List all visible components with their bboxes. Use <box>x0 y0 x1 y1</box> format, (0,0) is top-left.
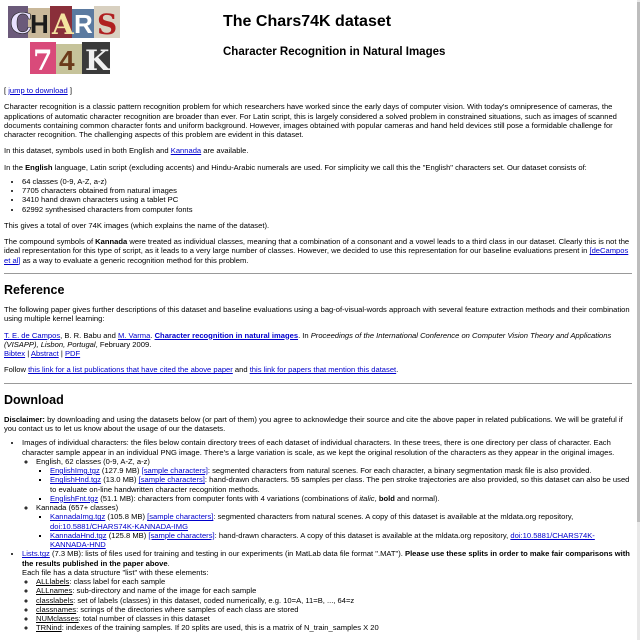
list-item: KannadaImg.tgz (105.8 MB) [sample charac… <box>50 512 632 531</box>
english-paragraph: In the English language, Latin script (e… <box>4 162 587 172</box>
intro-paragraph: Character recognition is a classic patte… <box>4 102 617 139</box>
svg-text:K: K <box>85 44 111 76</box>
header: C H A R S 7 4 K The Chars74K dataset Cha… <box>4 4 632 78</box>
english-hnd-link[interactable]: EnglishHnd.tgz <box>50 475 101 484</box>
page: C H A R S 7 4 K The Chars74K dataset Cha… <box>4 4 632 633</box>
english-img-sample-link[interactable]: [sample characters] <box>142 466 208 475</box>
pdf-link[interactable]: PDF <box>65 349 80 358</box>
english-files: EnglishImg.tgz (127.9 MB) [sample charac… <box>36 466 632 503</box>
list-item: 64 classes (0-9, A-Z, a-z) <box>22 177 632 186</box>
list-item: TRNind: indexes of the training samples.… <box>36 623 632 632</box>
kannada-link[interactable]: Kannada <box>171 146 201 155</box>
page-title: The Chars74K dataset <box>223 13 392 30</box>
abstract-link[interactable]: Abstract <box>31 349 59 358</box>
languages-paragraph: In this dataset, symbols used in both En… <box>4 146 249 156</box>
download-list: Images of individual characters: the fil… <box>4 438 632 632</box>
citation: T. E. de Campos, B. R. Babu and M. Varma… <box>4 330 612 359</box>
list-item: ALLlabels: class label for each sample <box>36 577 632 586</box>
list-item: NUMclasses: total number of classes in t… <box>36 614 632 623</box>
download-heading: Download <box>4 392 64 407</box>
list-item: English, 62 classes (0-9, A-Z, a-z) Engl… <box>36 457 632 503</box>
list-item: Kannada (657+ classes) KannadaImg.tgz (1… <box>36 503 632 549</box>
list-item: 62992 synthesised characters from comput… <box>22 205 632 214</box>
dataset-contents-list: 64 classes (0-9, A-Z, a-z) 7705 characte… <box>4 177 632 214</box>
disclaimer-paragraph: Disclaimer: by downloading and using the… <box>4 414 623 433</box>
fields-list: ALLlabels: class label for each sample A… <box>22 577 632 633</box>
list-item: classlabels: set of labels (classes) in … <box>36 596 632 605</box>
kannada-img-link[interactable]: KannadaImg.tgz <box>50 512 105 521</box>
kannada-hnd-link[interactable]: KannadaHnd.tgz <box>50 531 107 540</box>
list-item: Images of individual characters: the fil… <box>22 438 632 549</box>
english-fnt-link[interactable]: EnglishFnt.tgz <box>50 494 98 503</box>
list-item: 3410 hand drawn characters using a table… <box>22 195 632 204</box>
cited-by-link[interactable]: this link for a list publications that h… <box>28 365 233 374</box>
list-item: classnames: scrings of the directories w… <box>36 605 632 614</box>
paper-title-link[interactable]: Character recognition in natural images <box>155 331 298 340</box>
list-item: EnglishFnt.tgz (51.1 MB): characters fro… <box>50 494 632 503</box>
svg-text:A: A <box>51 8 75 41</box>
bibtex-link[interactable]: Bibtex <box>4 349 25 358</box>
list-item: EnglishImg.tgz (127.9 MB) [sample charac… <box>50 466 632 475</box>
kannada-files: KannadaImg.tgz (105.8 MB) [sample charac… <box>36 512 632 549</box>
page-subtitle: Character Recognition in Natural Images <box>223 46 446 58</box>
list-item: 7705 characters obtained from natural im… <box>22 186 632 195</box>
follow-paragraph: Follow this link for a list publications… <box>4 365 399 375</box>
jump-nav: [ jump to download ] <box>4 86 72 95</box>
kannada-img-doi-link[interactable]: doi:10.5881/CHARS74K-KANNADA-IMG <box>50 522 188 531</box>
svg-text:R: R <box>74 9 93 39</box>
author-decampos-link[interactable]: T. E. de Campos <box>4 331 60 340</box>
lists-link[interactable]: Lists.tgz <box>22 549 50 558</box>
svg-text:4: 4 <box>59 45 75 76</box>
mentions-link[interactable]: this link for papers that mention this d… <box>250 365 396 374</box>
kannada-img-sample-link[interactable]: [sample characters] <box>147 512 213 521</box>
divider <box>4 382 632 384</box>
kannada-paragraph: The compound symbols of Kannada were tre… <box>4 237 630 265</box>
list-item: ALLnames: sub-directory and name of the … <box>36 586 632 595</box>
author-varma-link[interactable]: M. Varma <box>118 331 150 340</box>
svg-text:H: H <box>30 9 49 39</box>
list-item: EnglishHnd.tgz (13.0 MB) [sample charact… <box>50 475 632 494</box>
list-item: Lists.tgz (7.3 MB): lists of files used … <box>22 549 632 632</box>
jump-to-download-link[interactable]: jump to download <box>8 86 68 95</box>
reference-heading: Reference <box>4 282 65 297</box>
english-hnd-sample-link[interactable]: [sample characters] <box>139 475 205 484</box>
chars74k-logo: C H A R S 7 4 K <box>8 6 120 76</box>
divider <box>4 272 632 274</box>
total-paragraph: This gives a total of over 74K images (w… <box>4 220 270 230</box>
svg-text:7: 7 <box>33 44 52 76</box>
reference-paragraph: The following paper gives further descri… <box>4 305 630 324</box>
english-list: English, 62 classes (0-9, A-Z, a-z) Engl… <box>22 457 632 550</box>
svg-text:C: C <box>10 7 32 40</box>
kannada-hnd-sample-link[interactable]: [sample characters] <box>148 531 214 540</box>
list-item: KannadaHnd.tgz (125.8 MB) [sample charac… <box>50 531 632 550</box>
english-img-link[interactable]: EnglishImg.tgz <box>50 466 100 475</box>
svg-text:S: S <box>97 8 117 41</box>
